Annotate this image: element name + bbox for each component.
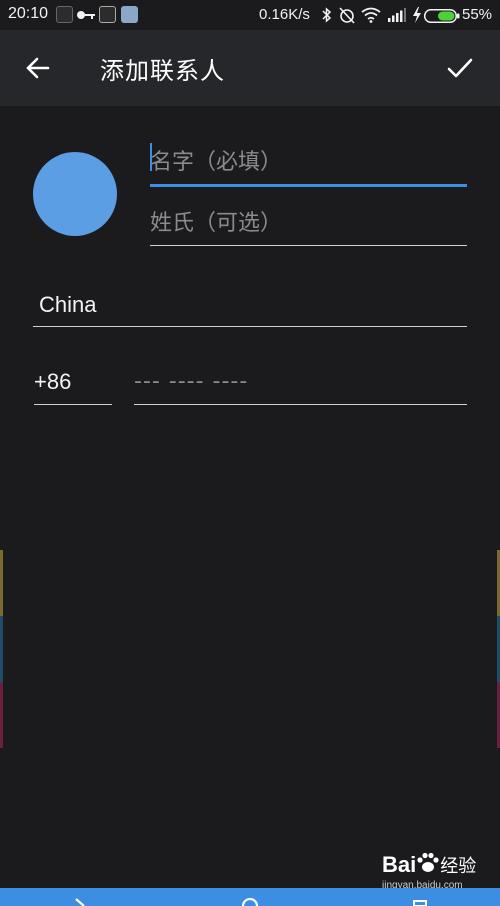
country-field[interactable]: China [33, 288, 467, 330]
baidu-watermark: Bai 经验 jingyan.baidu.com [382, 852, 477, 891]
phone-underline [134, 404, 467, 405]
battery-percent: 55% [462, 6, 493, 23]
nav-home-icon[interactable] [240, 898, 260, 906]
country-underline [33, 326, 467, 327]
first-name-underline [150, 184, 467, 187]
country-code-value: +86 [34, 369, 72, 394]
status-time: 20:10 [8, 5, 49, 22]
key-icon [77, 11, 95, 19]
notification-app-icon [56, 6, 73, 23]
last-name-underline [150, 245, 467, 246]
phone-field[interactable]: --- ---- ---- [134, 366, 467, 406]
first-name-placeholder: 名字（必填） [150, 150, 283, 175]
signal-icon [388, 8, 406, 22]
bluetooth-icon [322, 7, 332, 23]
page-title: 添加联系人 [100, 57, 225, 85]
country-value: China [39, 292, 97, 317]
status-bar: 20:10 0.16K/s 55% [0, 0, 500, 30]
first-name-field[interactable]: 名字（必填） [150, 138, 467, 188]
arrow-left-icon [26, 57, 50, 79]
last-name-placeholder: 姓氏（可选） [150, 211, 283, 236]
notification-app-icon-2 [99, 6, 116, 23]
alarm-off-icon [339, 7, 355, 24]
charging-icon [413, 7, 421, 23]
wifi-icon [361, 7, 381, 23]
last-name-field[interactable]: 姓氏（可选） [150, 200, 467, 248]
battery-icon [424, 9, 460, 23]
avatar[interactable] [33, 152, 117, 236]
toolbar: 添加联系人 [0, 30, 500, 106]
left-edge-accent [0, 682, 3, 748]
checkmark-icon [447, 58, 473, 78]
network-speed: 0.16K/s [259, 6, 310, 23]
back-button[interactable] [20, 50, 56, 86]
nav-menu-icon[interactable] [410, 899, 430, 906]
phone-placeholder: --- ---- ---- [134, 369, 249, 394]
navigation-bar [0, 888, 500, 906]
left-edge-accent [0, 550, 3, 616]
left-edge-accent [0, 616, 3, 682]
notification-app-icon-3 [121, 6, 138, 23]
watermark-brand-suffix: 经验 [440, 856, 477, 877]
country-code-field[interactable]: +86 [34, 366, 112, 406]
nav-back-icon[interactable] [70, 897, 90, 906]
paw-icon [417, 852, 439, 872]
country-code-underline [34, 404, 112, 405]
done-button[interactable] [442, 50, 478, 86]
watermark-brand: Bai [382, 852, 417, 877]
